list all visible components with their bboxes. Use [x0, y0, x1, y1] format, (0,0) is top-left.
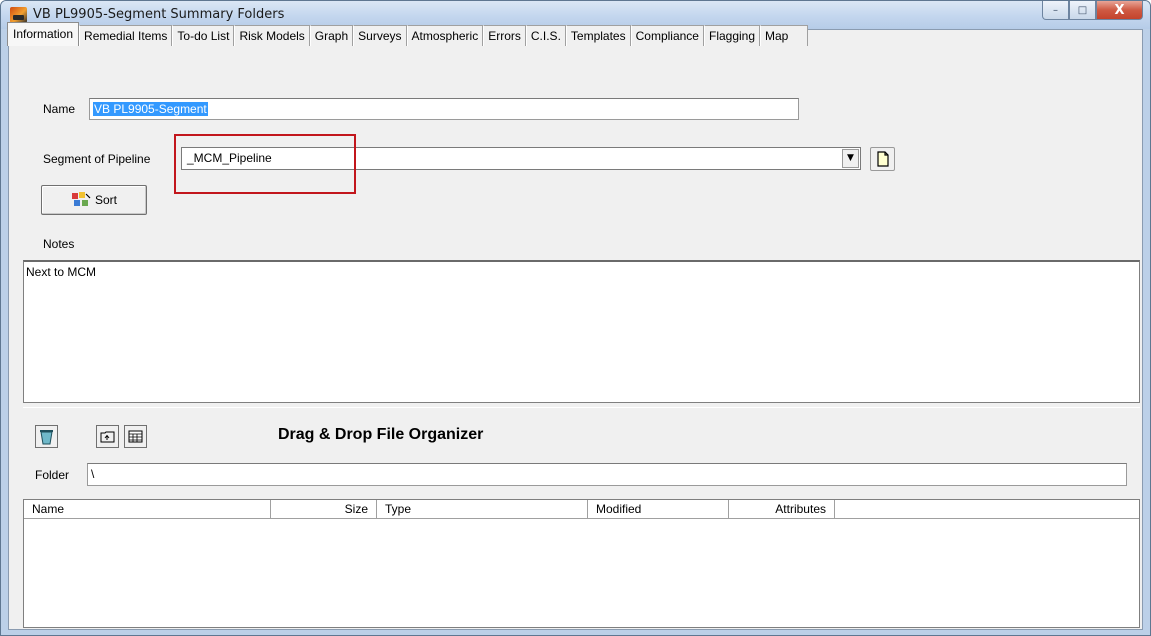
close-button[interactable]: X	[1096, 1, 1143, 20]
notes-value: Next to MCM	[26, 265, 97, 279]
tab-flagging[interactable]: Flagging	[703, 25, 761, 46]
app-window: VB PL9905-Segment Summary Folders – □ X …	[0, 0, 1151, 636]
up-folder-icon	[100, 431, 115, 443]
column-filler	[835, 500, 1139, 519]
column-size[interactable]: Size	[271, 500, 377, 519]
maximize-icon: □	[1077, 4, 1088, 16]
tab-risk-models[interactable]: Risk Models	[234, 25, 310, 46]
window-controls: – □ X	[1042, 1, 1143, 21]
file-list[interactable]: Name Size Type Modified Attributes	[23, 499, 1140, 628]
segment-dropdown[interactable]: _MCM_Pipeline ▼	[181, 147, 861, 170]
segment-label: Segment of Pipeline	[43, 152, 151, 166]
details-view-button[interactable]	[124, 425, 147, 448]
folder-path-input[interactable]: \	[87, 463, 1127, 486]
name-value: VB PL9905-Segment	[93, 102, 208, 116]
tab-to-do-list[interactable]: To-do List	[172, 25, 235, 46]
tab-atmospheric[interactable]: Atmospheric	[406, 25, 484, 46]
tab-errors[interactable]: Errors	[483, 25, 526, 46]
dropdown-arrow-icon[interactable]: ▼	[842, 149, 859, 168]
new-segment-button[interactable]	[870, 147, 895, 171]
notes-textarea[interactable]: Next to MCM	[23, 260, 1140, 403]
details-view-icon	[128, 430, 143, 443]
tab-templates[interactable]: Templates	[565, 25, 631, 46]
tab-bar: Information Remedial Items To-do List Ri…	[7, 22, 809, 47]
close-icon: X	[1114, 2, 1125, 18]
recycle-bin-icon	[40, 429, 53, 444]
organizer-title: Drag & Drop File Organizer	[278, 426, 484, 443]
column-type[interactable]: Type	[377, 500, 588, 519]
sort-button[interactable]: Sort	[41, 185, 147, 215]
minimize-icon: –	[1053, 4, 1058, 16]
tab-graph[interactable]: Graph	[309, 25, 354, 46]
name-label: Name	[43, 102, 76, 116]
sort-label: Sort	[94, 193, 117, 207]
parent-folder-button[interactable]	[96, 425, 119, 448]
folder-path-value: \	[91, 467, 95, 481]
tab-surveys[interactable]: Surveys	[353, 25, 407, 46]
app-icon	[10, 7, 27, 23]
new-document-icon	[876, 151, 889, 167]
tab-cis[interactable]: C.I.S.	[525, 25, 566, 46]
file-list-header: Name Size Type Modified Attributes	[24, 500, 1139, 519]
folder-label: Folder	[35, 468, 70, 482]
minimize-button[interactable]: –	[1042, 1, 1069, 20]
recycle-bin-button[interactable]	[35, 425, 58, 448]
sort-icon	[71, 192, 91, 206]
column-name[interactable]: Name	[24, 500, 271, 519]
name-input[interactable]: VB PL9905-Segment	[89, 98, 799, 120]
maximize-button[interactable]: □	[1069, 1, 1096, 20]
tab-map[interactable]: Map	[760, 25, 809, 46]
tab-information[interactable]: Information	[7, 22, 80, 46]
notes-label: Notes	[43, 237, 75, 251]
column-attributes[interactable]: Attributes	[729, 500, 835, 519]
tab-remedial-items[interactable]: Remedial Items	[79, 25, 173, 46]
window-title: VB PL9905-Segment Summary Folders	[33, 7, 285, 22]
tab-compliance[interactable]: Compliance	[630, 25, 704, 46]
column-modified[interactable]: Modified	[588, 500, 729, 519]
segment-value: _MCM_Pipeline	[187, 151, 272, 165]
